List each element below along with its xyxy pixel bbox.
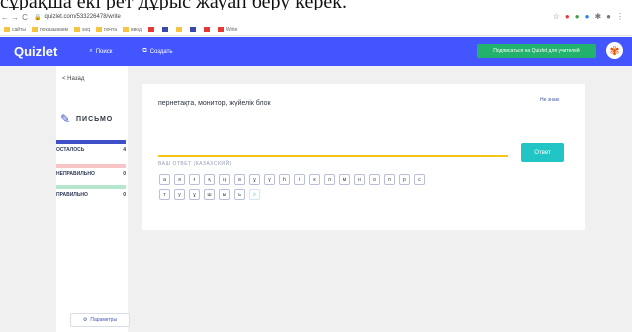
char-key[interactable]: а (159, 174, 170, 185)
submit-button[interactable]: Ответ (521, 143, 564, 162)
dont-know-link[interactable]: Не знаю (540, 97, 559, 103)
char-key[interactable]: ә (174, 174, 185, 185)
stat-correct: ПРАВИЛЬНО 0 (56, 185, 126, 198)
stat-bar (56, 140, 126, 144)
extension-icon[interactable]: ● (565, 12, 570, 21)
bookmark-item[interactable] (161, 26, 170, 33)
extensions-bar: ☆ ● ● ● ✱ ● ⋮ (553, 12, 624, 21)
site-header: Quizlet ⌕ Поиск ⧉ Создать Подписаться на Q… (0, 37, 632, 66)
answer-label: ВАШ ОТВЕТ (КАЗАХСКИЙ) (158, 161, 232, 167)
subscribe-button[interactable]: Подписаться на Quizlet для учителей (477, 44, 596, 58)
char-key[interactable]: ү (264, 174, 275, 185)
stat-bar (56, 185, 126, 189)
char-key[interactable]: ұ (189, 189, 200, 200)
char-key[interactable]: м (339, 174, 350, 185)
special-characters-keyboard: а ә ғ қ ң ө ұ ү һ і к л м н о п р с т у … (159, 174, 519, 200)
stat-remaining: ОСТАЛОСЬ 4 (56, 140, 126, 153)
char-key[interactable]: і (294, 174, 305, 185)
quizlet-logo[interactable]: Quizlet (14, 44, 57, 59)
char-key[interactable]: р (399, 174, 410, 185)
sidebar (56, 66, 128, 332)
stat-bar (56, 164, 126, 168)
char-key[interactable]: ы (219, 189, 230, 200)
char-key[interactable]: ғ (189, 174, 200, 185)
address-bar[interactable]: ← → C 🔒 quizlet.com/533226478/write ☆ ● … (0, 10, 632, 24)
bookmark-item[interactable] (203, 26, 212, 33)
reload-icon[interactable]: C (20, 13, 30, 22)
gear-icon: ⚙ (82, 317, 88, 323)
bookmark-item[interactable]: Write (217, 27, 237, 33)
create-link[interactable]: ⧉ Создать (142, 48, 172, 55)
page-caption: сұрақша екі рет дұрыс жауап беру керек. (0, 0, 632, 10)
avatar[interactable]: ✾ (606, 42, 623, 59)
extension-icon[interactable]: ● (585, 12, 590, 21)
char-key[interactable]: с (414, 174, 425, 185)
bookmark-item[interactable]: почта (96, 27, 117, 33)
bookmark-item[interactable]: показываем (31, 27, 68, 33)
pencil-icon: ✎ (60, 112, 71, 126)
star-icon[interactable]: ☆ (553, 12, 560, 21)
char-key[interactable]: қ (204, 174, 215, 185)
char-key[interactable]: ё (249, 189, 260, 200)
forward-arrow-icon[interactable]: → (10, 13, 20, 22)
bookmark-item[interactable] (189, 26, 198, 33)
puzzle-icon[interactable]: ✱ (594, 12, 601, 21)
char-key[interactable]: н (354, 174, 365, 185)
char-key[interactable]: ь (234, 189, 245, 200)
char-key[interactable]: о (369, 174, 380, 185)
bookmark-item[interactable] (147, 26, 156, 33)
lock-icon: 🔒 (34, 14, 42, 21)
char-key[interactable]: т (159, 189, 170, 200)
url-text[interactable]: quizlet.com/533226478/write (44, 14, 120, 20)
back-arrow-icon[interactable]: ← (0, 13, 10, 22)
char-key[interactable]: л (324, 174, 335, 185)
question-prompt: пернетақта, монитор, жүйелік блок (158, 100, 271, 107)
char-key[interactable]: ш (204, 189, 215, 200)
bookmark-item[interactable]: ввод (123, 27, 142, 33)
char-key[interactable]: ұ (249, 174, 260, 185)
mode-title: ПИСЬМО (76, 116, 114, 123)
char-key[interactable]: һ (279, 174, 290, 185)
char-key[interactable]: ң (219, 174, 230, 185)
char-key[interactable]: п (384, 174, 395, 185)
char-key[interactable]: ө (234, 174, 245, 185)
options-button[interactable]: ⚙ Параметры (70, 313, 130, 327)
menu-icon[interactable]: ⋮ (616, 12, 624, 21)
char-key[interactable]: у (174, 189, 185, 200)
char-key[interactable]: к (309, 174, 320, 185)
bookmark-item[interactable]: сайты (4, 27, 26, 33)
search-icon: ⌕ (89, 48, 93, 54)
bookmark-item[interactable] (175, 26, 184, 33)
stat-incorrect: НЕПРАВИЛЬНО 0 (56, 164, 126, 177)
search-link[interactable]: ⌕ Поиск (89, 48, 112, 55)
profile-icon[interactable]: ● (606, 12, 611, 21)
back-link[interactable]: < Назад (62, 76, 84, 82)
create-icon: ⧉ (142, 48, 147, 54)
extension-icon[interactable]: ● (575, 12, 580, 21)
answer-input[interactable] (158, 143, 508, 157)
bookmark-item[interactable]: soq (73, 27, 90, 33)
bookmarks-bar: сайты показываем soq почта ввод Write (0, 24, 632, 36)
